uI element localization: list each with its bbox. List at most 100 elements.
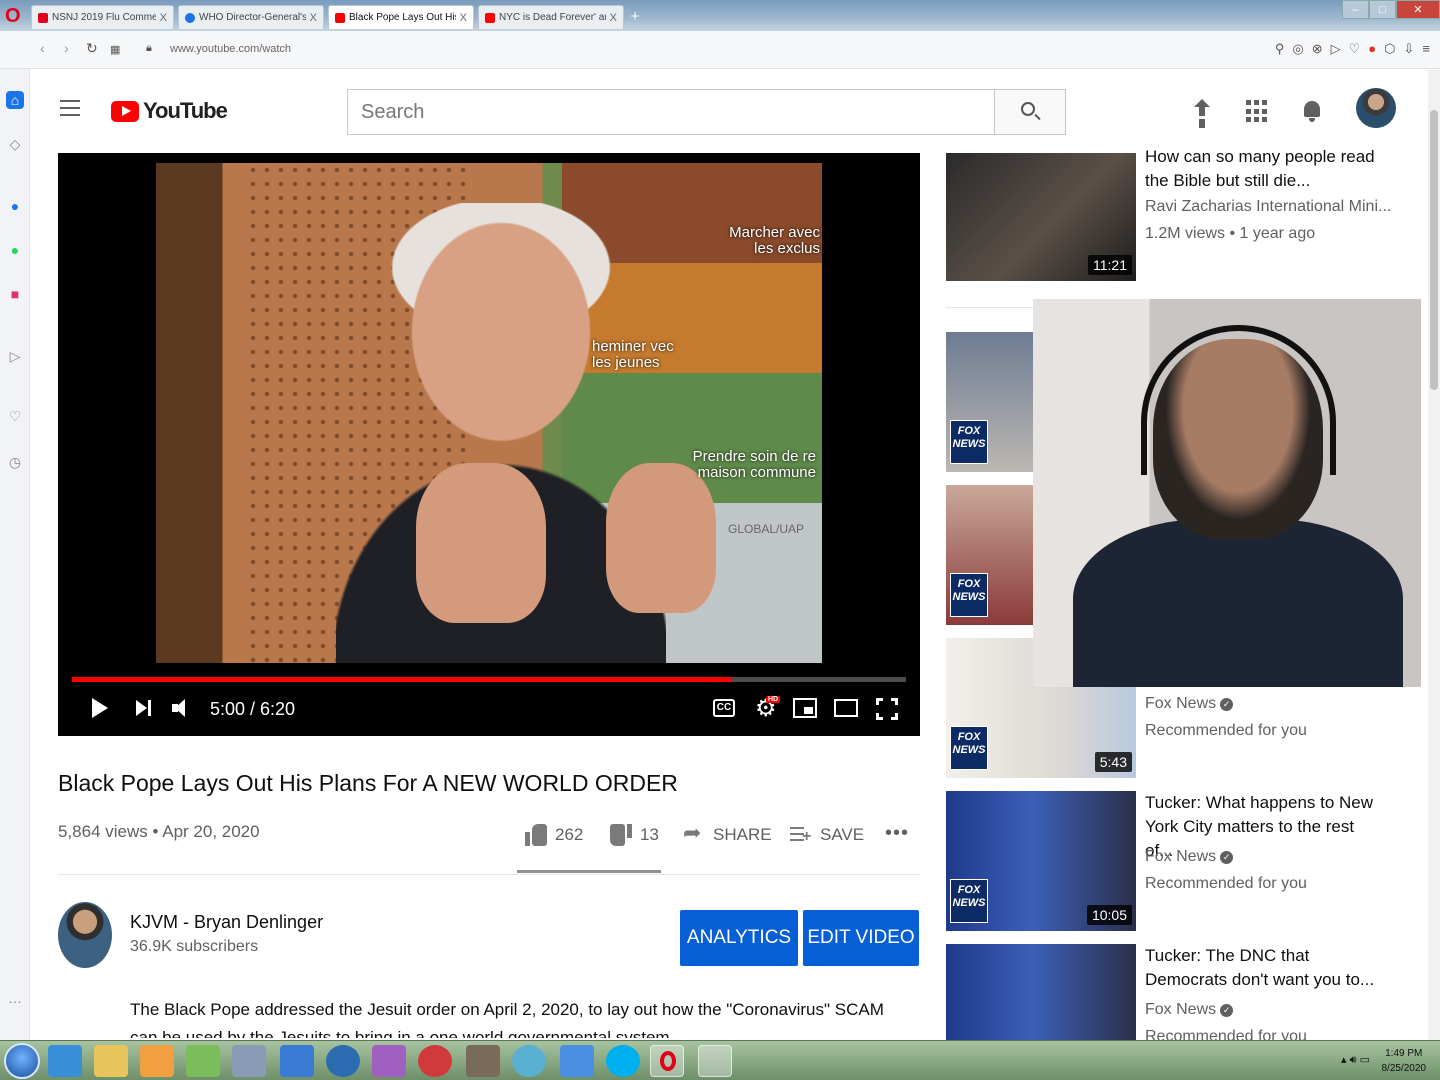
tab-close-icon[interactable]: X — [310, 12, 317, 24]
player-controls: 5:00 / 6:20 CC HD — [58, 688, 920, 728]
taskbar-app-icon[interactable] — [372, 1045, 406, 1077]
apps-grid-icon[interactable] — [1246, 99, 1270, 123]
taskbar-app-icon[interactable] — [698, 1045, 732, 1077]
duration-badge: 10:05 — [1086, 905, 1132, 925]
recommendation-title[interactable]: How can so many people read the Bible bu… — [1145, 145, 1385, 193]
progress-bar[interactable] — [72, 677, 906, 682]
video-thumbnail[interactable]: FOX NEWS — [946, 332, 1036, 472]
tab-close-icon[interactable]: X — [610, 12, 617, 24]
taskbar-app-icon[interactable] — [512, 1045, 546, 1077]
more-actions-button[interactable]: ••• — [885, 822, 909, 845]
miniplayer-icon[interactable] — [793, 698, 817, 718]
captions-icon[interactable]: CC — [713, 699, 735, 717]
recommendation-item[interactable]: FOX NEWS 10:05 Tucker: What happens to N… — [946, 791, 1422, 931]
history-clock-icon[interactable]: ◷ — [6, 453, 24, 471]
scrollbar-thumb[interactable] — [1430, 110, 1438, 390]
play-icon[interactable] — [86, 696, 110, 720]
flow-send-icon[interactable]: ▷ — [1331, 41, 1341, 57]
fullscreen-icon[interactable] — [876, 698, 898, 720]
browser-tab[interactable]: NSNJ 2019 Flu Commentary X — [31, 5, 174, 29]
flow-icon[interactable]: ▷ — [6, 347, 24, 365]
bookmarks-heart-icon[interactable]: ♡ — [6, 407, 24, 425]
system-tray-icons[interactable]: ▴ 🔊︎ ▭ — [1341, 1053, 1370, 1067]
download-icon[interactable]: ⇩ — [1404, 41, 1415, 57]
browser-tab[interactable]: NYC is Dead Forever' auth X — [478, 5, 624, 29]
title-line: the Bible but still die... — [1145, 171, 1311, 190]
page-scrollbar[interactable] — [1428, 70, 1440, 1040]
guide-menu-icon[interactable] — [60, 100, 80, 116]
account-avatar[interactable] — [1356, 88, 1396, 128]
settings-gear-icon[interactable]: HD — [754, 694, 781, 723]
opera-taskbar-button[interactable] — [650, 1045, 684, 1077]
progress-bar-played — [72, 677, 731, 682]
wallet-icon[interactable]: ⊗ — [1312, 41, 1323, 57]
instagram-icon[interactable]: ■ — [6, 285, 24, 303]
adblock-icon[interactable]: ● — [1368, 41, 1376, 57]
theater-mode-icon[interactable] — [834, 699, 858, 717]
recommendation-item[interactable]: 11:21 How can so many people read the Bi… — [946, 147, 1422, 283]
share-button[interactable]: SHARE — [683, 820, 772, 846]
next-video-icon[interactable] — [132, 696, 156, 720]
taskbar-app-icon[interactable] — [560, 1045, 594, 1077]
taskbar-app-icon[interactable] — [418, 1045, 452, 1077]
cube-icon[interactable]: ⬡ — [1384, 41, 1395, 57]
edit-video-button[interactable]: EDIT VIDEO — [803, 910, 919, 966]
video-thumbnail[interactable]: FOX NEWS 10:05 — [946, 791, 1136, 931]
notifications-bell-icon[interactable] — [1300, 99, 1324, 123]
taskbar-app-icon[interactable] — [48, 1045, 82, 1077]
sidebar-more-icon[interactable]: … — [6, 989, 24, 1007]
lock-icon[interactable]: 🔒︎ — [146, 42, 152, 55]
new-tab-button[interactable]: + — [626, 8, 644, 26]
file-explorer-icon[interactable] — [94, 1045, 128, 1077]
upload-icon[interactable] — [1190, 99, 1214, 123]
opera-menu-icon[interactable]: O — [5, 6, 23, 26]
tab-close-icon[interactable]: X — [160, 12, 167, 24]
forward-arrow-icon[interactable]: › — [64, 40, 69, 56]
search-input[interactable] — [348, 90, 995, 134]
video-thumbnail[interactable] — [946, 944, 1136, 1040]
tab-close-icon[interactable]: X — [460, 12, 467, 24]
like-button[interactable]: 262 — [525, 824, 583, 846]
close-window-button[interactable]: ✕ — [1396, 0, 1440, 19]
whatsapp-icon[interactable]: ● — [6, 241, 24, 259]
youtube-logo[interactable]: YouTube — [111, 98, 228, 124]
browser-tab[interactable]: WHO Director-General's re X — [178, 5, 324, 29]
browser-tab-active[interactable]: Black Pope Lays Out His Pl X — [328, 5, 474, 29]
system-clock[interactable]: 1:49 PM 8/25/2020 — [1382, 1046, 1427, 1076]
home-speed-dial-icon[interactable]: ⌂ — [6, 91, 24, 109]
search-button[interactable] — [994, 89, 1066, 135]
video-thumbnail[interactable]: FOX NEWS — [946, 485, 1036, 625]
recommendation-item[interactable]: Tucker: The DNC that Democrats don't wan… — [946, 944, 1422, 1040]
youtube-masthead: YouTube — [30, 70, 1428, 152]
start-button[interactable] — [4, 1043, 40, 1079]
volume-icon[interactable] — [170, 696, 194, 720]
channel-name[interactable]: KJVM - Bryan Denlinger — [130, 912, 323, 933]
video-thumbnail[interactable]: 11:21 — [946, 153, 1136, 281]
media-player-icon[interactable] — [140, 1045, 174, 1077]
channel-label: Fox News — [1145, 848, 1217, 865]
analytics-button[interactable]: ANALYTICS — [680, 910, 798, 966]
minimize-button[interactable]: – — [1342, 0, 1369, 19]
skype-icon[interactable] — [606, 1045, 640, 1077]
video-player[interactable]: Marcher avec les exclus heminer vec les … — [58, 153, 920, 736]
easy-setup-icon[interactable]: ≡ — [1422, 41, 1430, 57]
speed-dial-grid-icon[interactable]: ▦ — [110, 43, 120, 56]
channel-avatar[interactable] — [58, 902, 112, 968]
back-arrow-icon[interactable]: ‹ — [40, 40, 45, 56]
taskbar-app-icon[interactable] — [232, 1045, 266, 1077]
news-icon[interactable]: ◇ — [6, 135, 24, 153]
dislike-button[interactable]: 13 — [610, 824, 659, 846]
key-icon[interactable]: ⚲ — [1275, 41, 1285, 57]
url-field[interactable]: www.youtube.com/watch — [170, 43, 291, 55]
maximize-button[interactable]: □ — [1369, 0, 1396, 19]
heart-bookmark-icon[interactable]: ♡ — [1349, 41, 1361, 57]
taskbar-app-icon[interactable] — [280, 1045, 314, 1077]
messenger-icon[interactable]: ● — [6, 197, 24, 215]
camera-icon[interactable]: ◎ — [1292, 41, 1303, 57]
taskbar-app-icon[interactable] — [326, 1045, 360, 1077]
taskbar-app-icon[interactable] — [466, 1045, 500, 1077]
reload-icon[interactable]: ↻ — [86, 40, 98, 57]
taskbar-app-icon[interactable] — [186, 1045, 220, 1077]
recommendation-title[interactable]: Tucker: The DNC that Democrats don't wan… — [1145, 944, 1385, 992]
save-button[interactable]: SAVE — [790, 824, 864, 846]
